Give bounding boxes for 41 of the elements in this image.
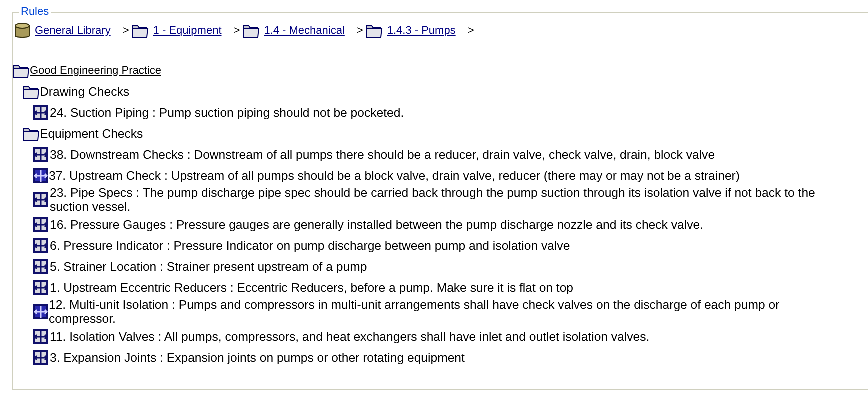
- rule-text[interactable]: 12. Multi-unit Isolation : Pumps and compressors in multi-unit arrangements shall have check valves on the discharge of each pump or compressor.: [49, 298, 843, 326]
- rule-text[interactable]: 16. Pressure Gauges : Pressure gauges are generally installed between the pump discharge nozzle and its check valve.: [50, 218, 704, 232]
- breadcrumb-separator: >: [234, 25, 240, 37]
- rule-text[interactable]: 3. Expansion Joints : Expansion joints on pumps or other rotating equipment: [50, 350, 465, 364]
- rule-icon: [33, 328, 49, 344]
- folder-icon: [132, 23, 150, 39]
- folder-label[interactable]: Drawing Checks: [40, 84, 130, 98]
- rule-text[interactable]: 37. Upstream Check : Upstream of all pumps should be a block valve, drain valve, reducer (there may or may not be a strainer): [49, 168, 740, 182]
- rule-icon: [33, 258, 49, 274]
- rule-text[interactable]: 11. Isolation Valves : All pumps, compressors, and heat exchangers shall have inlet and outlet isolation valves.: [50, 330, 650, 344]
- rule-icon: [33, 304, 49, 320]
- rule-text[interactable]: 5. Strainer Location : Strainer present upstream of a pump: [50, 260, 368, 274]
- cylinder-icon: [14, 22, 31, 40]
- rule-text[interactable]: 1. Upstream Eccentric Reducers : Eccentric Reducers, before a pump. Make sure it is flat on top: [50, 280, 574, 294]
- folder-label[interactable]: Equipment Checks: [40, 126, 144, 140]
- folder-label[interactable]: Good Engineering Practice: [30, 64, 162, 78]
- breadcrumb-separator: >: [122, 25, 130, 37]
- rule-icon: [33, 104, 49, 120]
- breadcrumb-link[interactable]: 1.4 - Mechanical: [264, 25, 345, 37]
- rule-text[interactable]: 24. Suction Piping : Pump suction piping should not be pocketed.: [50, 106, 404, 120]
- breadcrumb-separator: >: [468, 25, 474, 37]
- group-title: Rules: [20, 6, 50, 18]
- rule-text[interactable]: 38. Downstream Checks : Downstream of all pumps there should be a reducer, drain valve, check valve, drain, block valve: [50, 148, 716, 162]
- rule-icon: [33, 238, 49, 254]
- rule-icon: [33, 146, 49, 162]
- rule-text[interactable]: 6. Pressure Indicator : Pressure Indicator on pump discharge between pump and isolation valve: [50, 238, 570, 252]
- folder-icon: [366, 23, 384, 39]
- rule-icon: [33, 192, 49, 208]
- rule-icon: [33, 216, 49, 232]
- breadcrumb-separator: >: [356, 25, 364, 37]
- rule-text[interactable]: 23. Pipe Specs : The pump discharge pipe spec should be carried back through the pump suction through its isolation valve if not back to the suction vessel.: [50, 186, 843, 214]
- folder-icon: [23, 84, 40, 100]
- rule-icon: [33, 350, 49, 366]
- breadcrumb-link[interactable]: 1 - Equipment: [153, 25, 222, 37]
- folder-icon: [23, 126, 40, 142]
- rule-icon: [33, 280, 49, 296]
- breadcrumb-link[interactable]: 1.4.3 - Pumps: [387, 25, 456, 37]
- breadcrumb-link[interactable]: General Library: [35, 25, 111, 37]
- rule-icon: [33, 168, 49, 184]
- folder-icon: [243, 23, 260, 39]
- folder-icon: [13, 62, 30, 78]
